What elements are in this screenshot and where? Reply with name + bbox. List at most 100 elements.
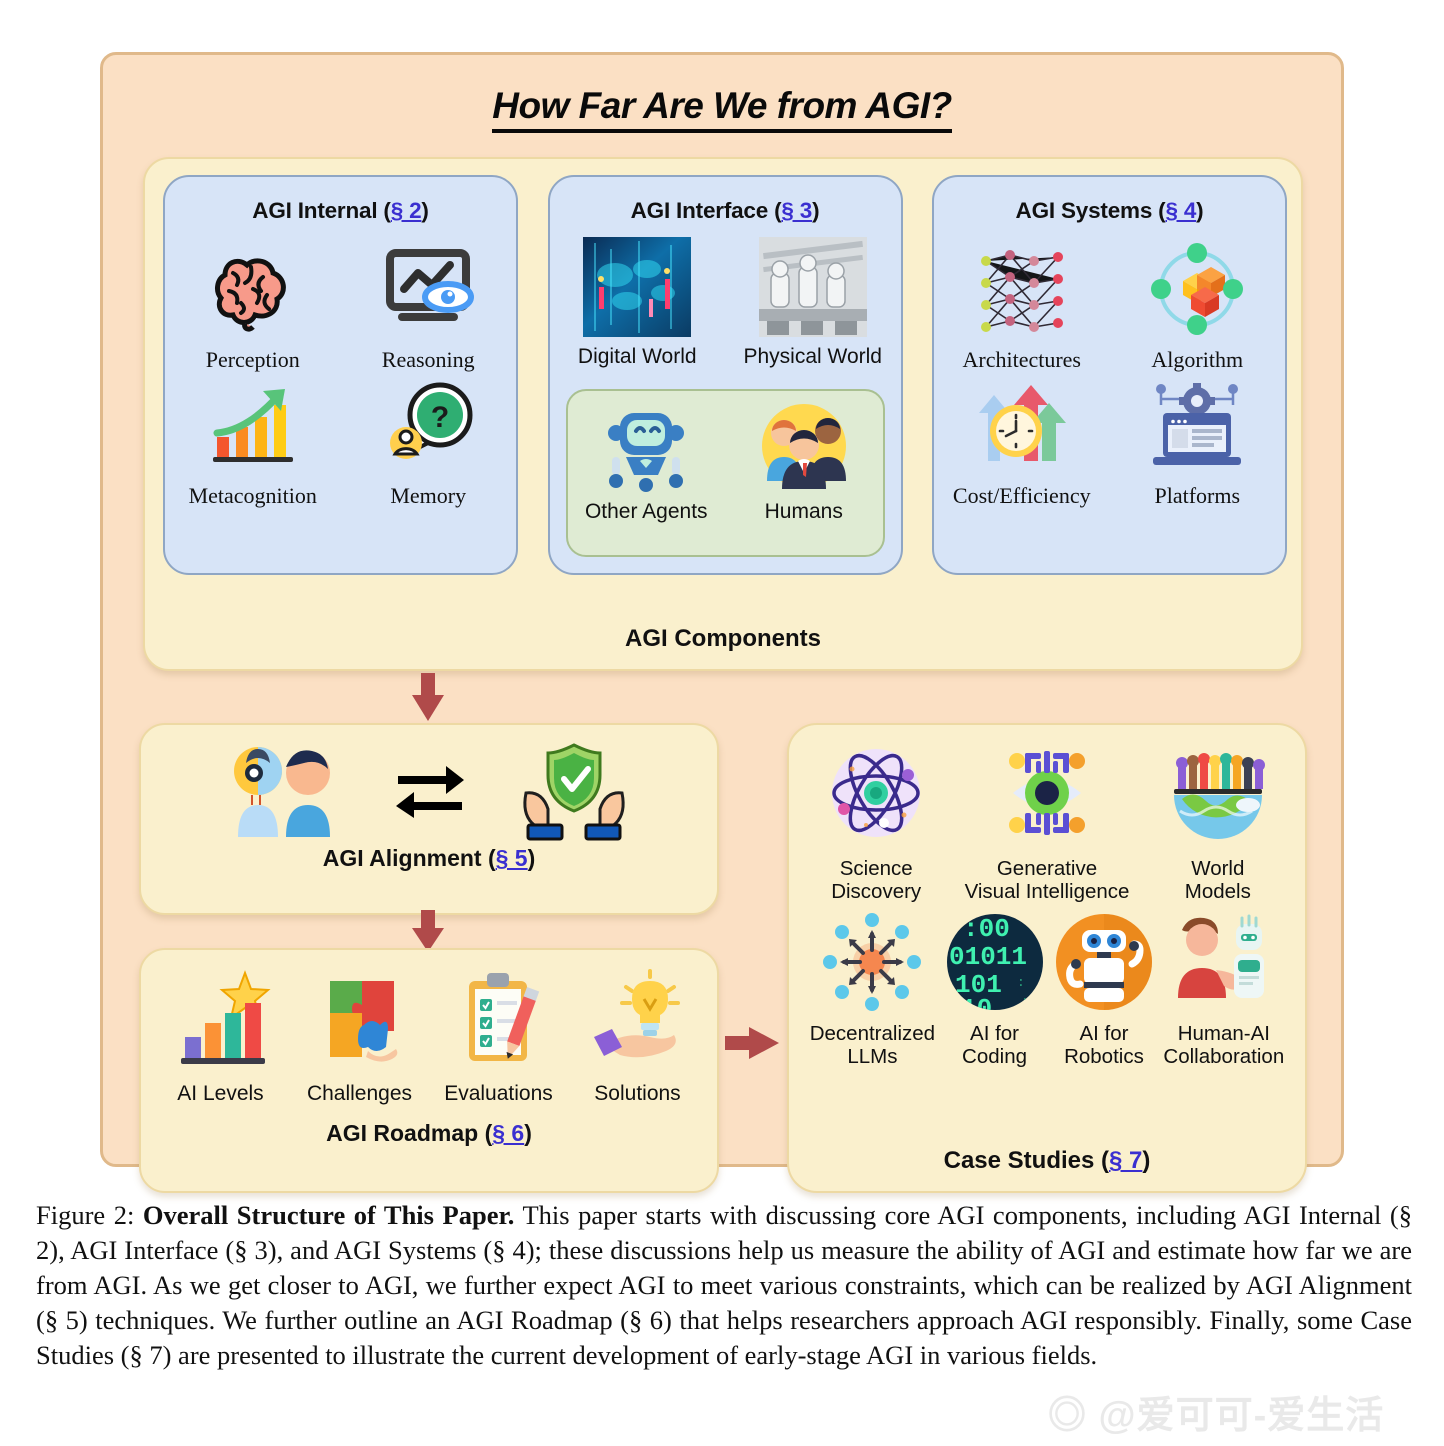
- shield-hands-icon: [514, 737, 634, 846]
- panel-agi-systems-title: AGI Systems (§ 4): [934, 198, 1285, 224]
- item-evaluations[interactable]: Evaluations: [439, 969, 559, 1106]
- case-label-prefix: Case Studies (: [943, 1147, 1109, 1174]
- alignment-label-prefix: AGI Alignment (: [322, 845, 496, 871]
- item-architectures[interactable]: Architectures: [934, 236, 1110, 372]
- item-label-line2: Discovery: [831, 879, 922, 903]
- item-label-line1: AI for: [1079, 1021, 1129, 1045]
- roadmap-items-row: AI Levels Challenges Evaluations Solutio…: [141, 950, 717, 1106]
- brain-icon: [203, 236, 303, 342]
- agi-components-label: AGI Components: [625, 625, 821, 652]
- item-physical-world[interactable]: Physical World: [725, 232, 901, 369]
- section-link-7[interactable]: § 7: [1109, 1147, 1142, 1174]
- item-label-line1: AI for: [970, 1021, 1020, 1045]
- hand-lightbulb-icon: [586, 969, 690, 1074]
- item-human-ai-collaboration[interactable]: Human-AI Collaboration: [1163, 912, 1284, 1069]
- item-reasoning[interactable]: Reasoning: [341, 236, 517, 372]
- item-label: Other Agents: [584, 500, 708, 523]
- case-studies-card[interactable]: Science Discovery Generative Visual Inte…: [787, 723, 1307, 1193]
- digital-eye-icon: [993, 739, 1101, 852]
- item-ai-for-coding[interactable]: :00 01011 101 10 :. AI for Coding: [945, 912, 1045, 1069]
- item-label-line2: Robotics: [1064, 1044, 1144, 1068]
- growth-bar-chart-icon: [203, 372, 303, 478]
- internal-items-grid: Perception Reasoning Metacognition ? Mem…: [165, 236, 516, 508]
- item-label-line1: Science: [839, 857, 913, 880]
- panel-title-suffix: ): [1196, 198, 1204, 223]
- item-label: Architectures: [962, 347, 1082, 372]
- item-metacognition[interactable]: Metacognition: [165, 372, 341, 508]
- section-link-3[interactable]: § 3: [781, 198, 812, 223]
- people-group-icon: [754, 399, 854, 497]
- item-humans[interactable]: Humans: [725, 391, 883, 555]
- item-label-line2: Coding: [962, 1044, 1027, 1068]
- components-panel-row: AGI Internal (§ 2) Perception Reasoning …: [163, 175, 1287, 575]
- roadmap-label-prefix: AGI Roadmap (: [326, 1120, 493, 1146]
- case-label-suffix: ): [1142, 1147, 1151, 1174]
- clipboard-checklist-icon: [447, 969, 551, 1074]
- panel-agi-internal[interactable]: AGI Internal (§ 2) Perception Reasoning …: [163, 175, 518, 575]
- item-label: Cost/Efficiency: [952, 482, 1091, 508]
- systems-items-grid: Architectures Algorithm Cost/Efficiency …: [934, 236, 1285, 508]
- item-cost-efficiency[interactable]: Cost/Efficiency: [934, 372, 1110, 508]
- neural-network-icon: [970, 236, 1074, 342]
- item-label: Physical World: [743, 345, 883, 368]
- item-label-line2: Collaboration: [1163, 1044, 1285, 1068]
- agi-alignment-card[interactable]: AGI Alignment (§ 5): [139, 723, 719, 915]
- panel-agi-systems[interactable]: AGI Systems (§ 4) Architectures Algorith…: [932, 175, 1287, 575]
- item-label: Humans: [764, 500, 843, 523]
- digital-globe-image: [581, 232, 693, 342]
- item-generative-visual-intelligence[interactable]: Generative Visual Intelligence: [964, 739, 1130, 904]
- item-algorithm[interactable]: Algorithm: [1110, 236, 1286, 372]
- section-link-4[interactable]: § 4: [1165, 198, 1196, 223]
- svg-text:10: 10: [961, 994, 992, 1012]
- panel-agi-interface-title: AGI Interface (§ 3): [550, 198, 901, 224]
- item-label-line1: Human-AI: [1177, 1021, 1270, 1045]
- svg-text::: :: [1017, 975, 1025, 990]
- interface-items-grid: Digital World Physical World: [550, 232, 901, 369]
- case-studies-label: Case Studies (§ 7): [789, 1147, 1305, 1175]
- item-platforms[interactable]: Platforms: [1110, 372, 1286, 508]
- alignment-icons-row: [141, 725, 717, 847]
- question-thought-bubble-icon: ?: [378, 372, 478, 478]
- item-label: AI Levels: [177, 1082, 264, 1105]
- figure-title: How Far Are We from AGI?: [103, 85, 1341, 133]
- panel-agi-interface[interactable]: AGI Interface (§ 3) Digital World Physic…: [547, 175, 903, 575]
- item-digital-world[interactable]: Digital World: [550, 232, 726, 369]
- item-challenges[interactable]: Challenges: [300, 969, 420, 1106]
- item-memory[interactable]: ? Memory: [341, 372, 517, 508]
- item-label: Solutions: [594, 1082, 681, 1105]
- item-label: Perception: [205, 347, 300, 372]
- item-ai-levels[interactable]: AI Levels: [161, 969, 281, 1106]
- clock-arrows-icon: [972, 372, 1072, 478]
- item-label: Challenges: [306, 1082, 413, 1105]
- agi-roadmap-card[interactable]: AI Levels Challenges Evaluations Solutio…: [139, 948, 719, 1193]
- monitor-eye-chart-icon: [376, 236, 480, 342]
- caption-figure-number: Figure 2:: [36, 1200, 135, 1230]
- case-studies-row-1: Science Discovery Generative Visual Inte…: [789, 725, 1305, 904]
- item-label-line2: Models: [1184, 879, 1251, 903]
- item-solutions[interactable]: Solutions: [578, 969, 698, 1106]
- item-science-discovery[interactable]: Science Discovery: [822, 739, 930, 904]
- section-link-5[interactable]: § 5: [496, 845, 528, 871]
- bar-chart-star-icon: [169, 969, 273, 1074]
- item-ai-for-robotics[interactable]: AI for Robotics: [1054, 912, 1154, 1069]
- item-decentralized-llms[interactable]: Decentralized LLMs: [810, 912, 935, 1069]
- watermark: ◎ @爱可可-爱生活: [1048, 1395, 1385, 1437]
- panel-title-suffix: ): [421, 198, 429, 223]
- section-link-6[interactable]: § 6: [492, 1120, 524, 1146]
- item-world-models[interactable]: World Models: [1164, 739, 1272, 904]
- item-perception[interactable]: Perception: [165, 236, 341, 372]
- figure-title-text: How Far Are We from AGI?: [492, 85, 952, 133]
- figure-frame: How Far Are We from AGI? AGI Internal (§…: [100, 52, 1344, 1193]
- svg-text:.: .: [1021, 989, 1029, 1004]
- puzzle-pieces-icon: [308, 969, 412, 1074]
- human-robot-handshake-icon: [1172, 912, 1276, 1017]
- item-label-line1: Decentralized: [809, 1021, 936, 1045]
- panel-title-prefix: AGI Interface (: [630, 198, 782, 223]
- section-link-2[interactable]: § 2: [391, 198, 422, 223]
- item-label-line2: Visual Intelligence: [964, 879, 1130, 903]
- item-other-agents[interactable]: Other Agents: [568, 391, 726, 555]
- alignment-label-suffix: ): [527, 845, 536, 871]
- cube-orbit-icon: [1147, 236, 1247, 342]
- item-label-line1: Generative: [996, 857, 1098, 880]
- item-label: Algorithm: [1151, 347, 1244, 372]
